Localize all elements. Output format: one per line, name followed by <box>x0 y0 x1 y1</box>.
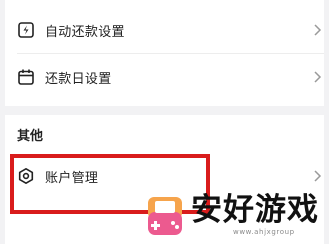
watermark-site-text: www.ahjxgroup <box>233 228 295 236</box>
watermark-brand-text: 安好游戏 <box>191 192 319 228</box>
settings-card: 自动还款设置 还款日设置 <box>5 0 324 106</box>
repay-day-setting-label: 还款日设置 <box>45 71 112 87</box>
chevron-right-icon <box>312 70 322 84</box>
auto-repay-setting-label: 自动还款设置 <box>45 24 125 40</box>
chevron-right-icon <box>312 169 322 183</box>
chevron-right-icon <box>312 23 322 37</box>
auto-repay-icon <box>17 21 35 39</box>
calendar-icon <box>17 68 35 86</box>
repay-day-setting-row[interactable]: 还款日设置 <box>5 57 324 97</box>
gamepad-logo-icon <box>145 194 185 238</box>
section-title-other: 其他 <box>17 129 44 144</box>
auto-repay-setting-row[interactable]: 自动还款设置 <box>5 10 324 50</box>
divider <box>17 53 324 54</box>
watermark: 安好游戏 www.ahjxgroup <box>143 192 329 244</box>
